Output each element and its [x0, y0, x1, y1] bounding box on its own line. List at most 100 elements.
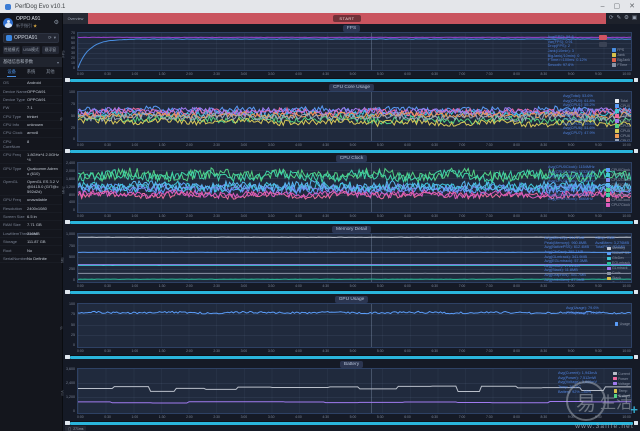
- legend-item[interactable]: Battery: [614, 394, 630, 398]
- minimize-button[interactable]: –: [601, 3, 605, 10]
- app-select-dropdown[interactable]: OPPOA91 ⟳ ▾: [3, 33, 59, 43]
- scrollbar-right-handle[interactable]: [634, 355, 639, 359]
- legend-item[interactable]: Temp: [614, 389, 630, 393]
- y-tick: 2,400: [66, 162, 75, 166]
- legend-item[interactable]: FPS: [612, 48, 630, 52]
- refresh-icon[interactable]: ⟳: [48, 35, 52, 41]
- legend-item[interactable]: NativePSS: [607, 251, 630, 255]
- legend-item[interactable]: CPU6: [615, 134, 630, 138]
- scrollbar-right-handle[interactable]: [634, 290, 639, 294]
- x-tick: 1:00: [132, 214, 139, 218]
- gear-icon[interactable]: ⚙: [54, 19, 59, 26]
- plot-area[interactable]: Avg(Current): 1,943mAAvg(Power): 7,512mW…: [77, 368, 632, 414]
- scrollbar-bar[interactable]: [70, 291, 633, 294]
- scrollbar-right-handle[interactable]: [634, 78, 639, 82]
- legend-item[interactable]: BigJank: [612, 58, 630, 62]
- legend-item[interactable]: CPU3: [615, 119, 630, 123]
- max-value-tag[interactable]: [599, 35, 607, 40]
- avg-value-tag[interactable]: [599, 42, 607, 47]
- legend-item[interactable]: Stack: [607, 276, 630, 280]
- chevron-down-icon[interactable]: ▾: [54, 35, 56, 41]
- mode-tab-0[interactable]: 性能模式: [3, 46, 20, 54]
- record-toggle-button[interactable]: START: [333, 15, 360, 22]
- scrollbar-right-handle[interactable]: [634, 421, 639, 425]
- scrollbar-right-handle[interactable]: [634, 220, 639, 224]
- legend-item[interactable]: CPU4Clock: [606, 188, 630, 192]
- legend-item[interactable]: CPU7: [615, 139, 630, 142]
- legend-item[interactable]: CPU5Clock: [606, 193, 630, 197]
- section-header[interactable]: 基础信息和参数 ▾: [0, 57, 62, 67]
- legend-item[interactable]: EGLmtrack: [607, 261, 630, 265]
- info-tab-1[interactable]: 系统: [27, 69, 36, 77]
- legend-item[interactable]: Voltage: [613, 382, 630, 386]
- legend-item[interactable]: Current: [613, 372, 630, 376]
- scrollbar-left-handle[interactable]: [65, 421, 70, 425]
- scrollbar-left-handle[interactable]: [65, 149, 70, 153]
- overview-tab[interactable]: Overview: [63, 13, 88, 24]
- scrollbar-track[interactable]: [65, 290, 638, 294]
- legend-item[interactable]: CPU4: [615, 124, 630, 128]
- scrollbar-left-handle[interactable]: [65, 355, 70, 359]
- scrollbar-bar[interactable]: [70, 356, 633, 359]
- scrollbar-left-handle[interactable]: [65, 220, 70, 224]
- scrollbar-left-handle[interactable]: [65, 78, 70, 82]
- info-value: unavailable: [27, 197, 59, 202]
- plot-area[interactable]: Avg(Usage): 79.6%Peak(Usage): 91.0%Usage: [77, 303, 632, 348]
- legend-item[interactable]: Jank: [612, 53, 630, 57]
- legend-item[interactable]: Memory: [607, 246, 630, 250]
- legend-item[interactable]: Power: [613, 377, 630, 381]
- scrollbar-bar[interactable]: [70, 150, 633, 153]
- expand-icon[interactable]: ▣: [632, 16, 637, 22]
- info-value: Android: [27, 80, 59, 85]
- settings-gear-icon[interactable]: ⚙: [624, 16, 629, 22]
- scrollbar-track[interactable]: [65, 220, 638, 224]
- legend-item[interactable]: CPU0: [615, 104, 630, 108]
- close-button[interactable]: ✕: [629, 3, 635, 10]
- legend-item[interactable]: Usage: [615, 322, 630, 326]
- scrollbar-left-handle[interactable]: [65, 290, 70, 294]
- scrollbar-track[interactable]: [65, 149, 638, 153]
- x-tick: 2:30: [213, 349, 220, 353]
- legend-item[interactable]: CPU6Clock: [606, 198, 630, 202]
- plot-area[interactable]: Avg(FPS): 58.8Var(FPS): 0.91Drop(FPS): 2…: [77, 32, 632, 71]
- annotate-icon[interactable]: ✎: [616, 16, 621, 22]
- maximize-button[interactable]: ▢: [614, 3, 621, 10]
- legend-swatch: [607, 262, 611, 266]
- y-axis: %1007550250: [63, 303, 77, 348]
- mode-tab-2[interactable]: 悬浮窗: [42, 46, 59, 54]
- scrollbar-bar[interactable]: [70, 422, 633, 425]
- recording-bar[interactable]: START: [88, 13, 606, 24]
- legend-swatch: [606, 193, 610, 197]
- info-tab-0[interactable]: 设备: [7, 69, 16, 77]
- legend-item[interactable]: CPU1: [615, 109, 630, 113]
- legend-item[interactable]: GfxDev: [607, 256, 630, 260]
- scrollbar-track[interactable]: [65, 78, 638, 82]
- scrollbar-track[interactable]: [65, 421, 638, 425]
- legend-item[interactable]: CPU1Clock: [606, 173, 630, 177]
- legend-item[interactable]: CPU2: [615, 114, 630, 118]
- scrollbar-bar[interactable]: [70, 221, 633, 224]
- info-tab-2[interactable]: 其他: [46, 69, 55, 77]
- scrollbar-track[interactable]: [65, 355, 638, 359]
- plot-area[interactable]: Avg(Total): 53.6%Avg(CPU0): 61.8%Avg(CPU…: [77, 91, 632, 142]
- legend-item[interactable]: CPU3Clock: [606, 183, 630, 187]
- legend-item[interactable]: CPU5: [615, 129, 630, 133]
- legend-item[interactable]: Graphics: [607, 281, 630, 283]
- info-label: CPU Type: [3, 114, 27, 119]
- legend-item[interactable]: CPU7Clock: [606, 203, 630, 207]
- legend-item[interactable]: Total: [615, 99, 630, 103]
- scrollbar-bar[interactable]: [70, 79, 633, 82]
- refresh-icon[interactable]: ⟳: [609, 16, 614, 22]
- legend-item[interactable]: CPU0Clock: [606, 168, 630, 172]
- legend-swatch: [615, 109, 619, 113]
- scrollbar-right-handle[interactable]: [634, 149, 639, 153]
- legend-item[interactable]: GLmtrack: [607, 266, 630, 270]
- legend-item[interactable]: FTime: [612, 63, 630, 67]
- legend-item[interactable]: Code: [607, 271, 630, 275]
- chart-title-label: CPU Core Usage: [329, 84, 374, 91]
- mode-tab-1[interactable]: USB模式: [22, 46, 39, 54]
- plot-area[interactable]: Avg(Memory): 934.2MBPeak(Memory): 960.8M…: [77, 233, 632, 283]
- legend-item[interactable]: CPU2Clock: [606, 178, 630, 182]
- x-tick: 9:30: [595, 415, 602, 419]
- plot-area[interactable]: Avg(CPU0Clock): 1154MHzAvg(CPU1Clock): 1…: [77, 162, 632, 213]
